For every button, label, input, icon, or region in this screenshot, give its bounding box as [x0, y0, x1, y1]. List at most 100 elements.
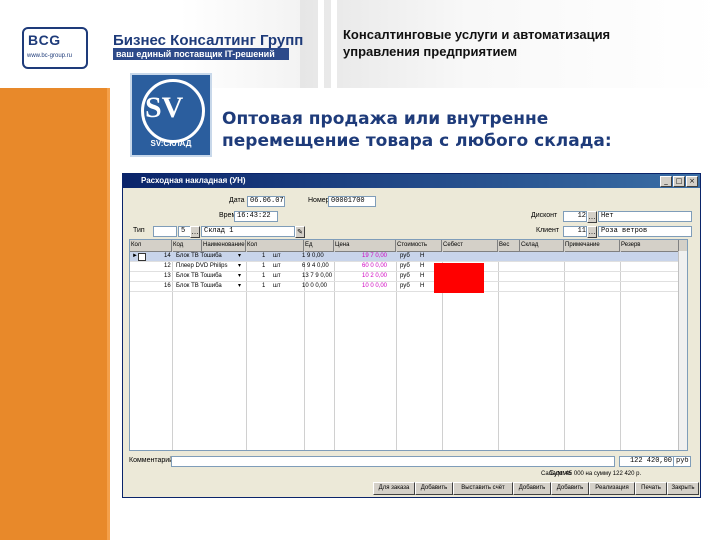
- table-row[interactable]: ► 14 Блок ТВ Тошиба ▾ 1 шт 1 9 0,00 19 7…: [130, 252, 687, 262]
- maximize-button[interactable]: □: [673, 176, 685, 187]
- discount-label: Дисконт: [531, 212, 558, 219]
- sv-logo-letters: SV: [145, 91, 184, 124]
- invoice-button[interactable]: Выставить счёт: [453, 482, 513, 495]
- window-titlebar: Расходная накладная (УН) _ □ ×: [123, 174, 700, 188]
- table-row[interactable]: 12 Плеер DVD Philips ▾ 1 шт 6 9 4 0,00 6…: [130, 262, 687, 272]
- row-price: 6 9 4 0,00: [302, 263, 329, 269]
- edit-icon[interactable]: ✎: [295, 226, 305, 238]
- bcg-logo: BCG www.bc-group.ru: [22, 27, 88, 69]
- add-button-3[interactable]: Добавить: [551, 482, 589, 495]
- row-flag: Н: [420, 253, 425, 259]
- minimize-button[interactable]: _: [660, 176, 672, 187]
- row-price: 10 0 0,00: [302, 283, 328, 289]
- date-label: Дата: [229, 197, 245, 204]
- row-number: 16: [164, 283, 171, 289]
- row-mark: руб: [400, 273, 410, 279]
- column-header[interactable]: Цена: [334, 240, 396, 251]
- column-header[interactable]: Наименование: [202, 240, 246, 251]
- sv-logo-caption: SV:СКЛАД: [150, 139, 192, 148]
- row-unit: шт: [273, 273, 281, 279]
- row-flag: Н: [420, 273, 425, 279]
- slide-subtitle: Оптовая продажа или внутренне перемещени…: [222, 108, 612, 152]
- row-cost: 10 2 0,00: [362, 273, 388, 279]
- order-button[interactable]: Для заказа: [373, 482, 415, 495]
- number-label: Номер: [308, 197, 330, 204]
- page-title-line1: Консалтинговые услуги и автоматизация: [343, 27, 611, 42]
- row-flag: Н: [420, 263, 425, 269]
- warehouse-field[interactable]: Склад 1: [201, 226, 295, 237]
- chevron-down-icon[interactable]: ▾: [238, 252, 241, 261]
- row-qty: 1: [262, 283, 266, 289]
- status-text: Сальдо: 45 000 на сумму 122 420 р.: [541, 471, 642, 477]
- items-table: Кол Код Наименование Кол Ед Цена Стоимос…: [129, 239, 688, 451]
- sv-product-logo: SV SV:СКЛАД: [130, 73, 212, 157]
- comment-field[interactable]: [171, 456, 615, 467]
- row-price: 1 9 0,00: [302, 253, 324, 259]
- row-name: Блок ТВ Тошиба: [176, 283, 222, 289]
- column-header[interactable]: Резерв: [620, 240, 679, 251]
- row-qty: 1: [262, 263, 266, 269]
- add-button-2[interactable]: Добавить: [513, 482, 551, 495]
- type-field[interactable]: [153, 226, 177, 237]
- client-name-field[interactable]: Роза ветров: [598, 226, 692, 237]
- bcg-logo-text: BCG: [28, 32, 61, 48]
- client-label: Клиент: [536, 227, 560, 234]
- row-name: Блок ТВ Тошиба: [176, 253, 222, 259]
- column-header[interactable]: Стоимость: [396, 240, 442, 251]
- row-qty: 1: [262, 273, 266, 279]
- discount-lookup-button[interactable]: …: [587, 211, 597, 223]
- row-mark: руб: [400, 263, 410, 269]
- column-header[interactable]: Кол: [246, 240, 304, 251]
- table-header: Кол Код Наименование Кол Ед Цена Стоимос…: [130, 240, 687, 252]
- row-unit: шт: [273, 283, 281, 289]
- type-label: Тип: [133, 227, 145, 234]
- discount-name-field[interactable]: Нет: [598, 211, 692, 222]
- table-scrollbar[interactable]: [678, 251, 687, 450]
- close-window-button[interactable]: Закрыть: [667, 482, 699, 495]
- discount-code-field[interactable]: 12: [563, 211, 587, 222]
- row-mark: руб: [400, 253, 410, 259]
- column-header[interactable]: Вес: [498, 240, 520, 251]
- column-header[interactable]: Склад: [520, 240, 564, 251]
- row-flag: Н: [420, 283, 425, 289]
- chevron-down-icon[interactable]: ▾: [238, 262, 241, 271]
- number-field[interactable]: 00001700: [328, 196, 376, 207]
- print-button[interactable]: Печать: [635, 482, 667, 495]
- bcg-logo-url: www.bc-group.ru: [27, 53, 73, 59]
- column-header[interactable]: Себест: [442, 240, 498, 251]
- company-tagline: ваш единый поставщик IT-решений: [113, 48, 289, 60]
- column-header[interactable]: Примечание: [564, 240, 620, 251]
- warehouse-lookup-button[interactable]: …: [190, 226, 200, 238]
- row-checkbox[interactable]: [138, 253, 146, 261]
- table-row[interactable]: 16 Блок ТВ Тошиба ▾ 1 шт 10 0 0,00 10 0 …: [130, 282, 687, 292]
- window-title: Расходная накладная (УН): [141, 176, 246, 185]
- column-header[interactable]: Код: [172, 240, 202, 251]
- row-name: Плеер DVD Philips: [176, 263, 228, 269]
- row-qty: 1: [262, 253, 266, 259]
- client-lookup-button[interactable]: …: [587, 226, 597, 238]
- chevron-down-icon[interactable]: ▾: [238, 272, 241, 281]
- date-field[interactable]: 06.06.07: [247, 196, 285, 207]
- row-number: 14: [164, 253, 171, 259]
- column-header[interactable]: Ед: [304, 240, 334, 251]
- row-unit: шт: [273, 263, 281, 269]
- realization-button[interactable]: Реализация: [589, 482, 635, 495]
- row-number: 12: [164, 263, 171, 269]
- table-row[interactable]: 13 Блок ТВ Тошиба ▾ 1 шт 13 7 9 0,00 10 …: [130, 272, 687, 282]
- time-field[interactable]: 16:43:22: [234, 211, 278, 222]
- row-cost: 10 0 0,00: [362, 283, 388, 289]
- row-number: 13: [164, 273, 171, 279]
- comment-label: Комментарий: [129, 457, 174, 464]
- chevron-down-icon[interactable]: ▾: [238, 282, 241, 291]
- client-code-field[interactable]: 11: [563, 226, 587, 237]
- page-title: Консалтинговые услуги и автоматизация уп…: [343, 26, 610, 60]
- row-cost: 60 0 0,00: [362, 263, 388, 269]
- invoice-window: Расходная накладная (УН) _ □ × Дата 06.0…: [122, 173, 701, 498]
- page-title-line2: управления предприятием: [343, 44, 518, 59]
- row-cost: 19 7 0,00: [362, 253, 388, 259]
- close-button[interactable]: ×: [686, 176, 698, 187]
- add-button-1[interactable]: Добавить: [415, 482, 453, 495]
- row-name: Блок ТВ Тошиба: [176, 273, 222, 279]
- row-unit: шт: [273, 253, 281, 259]
- column-header[interactable]: Кол: [130, 240, 172, 251]
